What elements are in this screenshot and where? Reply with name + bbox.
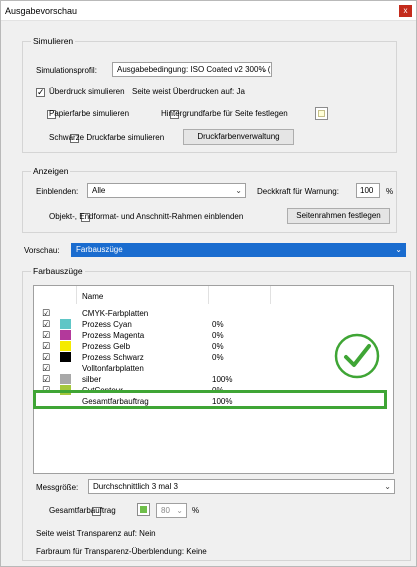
- hintergrund-color-swatch[interactable]: [315, 107, 328, 120]
- chevron-down-icon: ⌄: [235, 186, 242, 195]
- deckkraft-input[interactable]: 100: [356, 183, 380, 198]
- checkmark-circle-icon: [334, 333, 380, 379]
- row-name: Volltonfarbplatten: [82, 364, 144, 373]
- einblenden-value: Alle: [92, 186, 106, 195]
- row-checkbox[interactable]: ☑: [42, 342, 50, 351]
- vorschau-label: Vorschau:: [24, 246, 60, 255]
- color-swatch: [60, 341, 71, 351]
- vorschau-value: Farbauszüge: [76, 245, 123, 254]
- papierfarbe-label: Papierfarbe simulieren: [49, 109, 130, 118]
- color-swatch: [60, 330, 71, 340]
- row-name: CMYK-Farbplatten: [82, 309, 149, 318]
- row-checkbox[interactable]: ☑: [42, 353, 50, 362]
- output-preview-window: Ausgabevorschau x Simulieren Simulations…: [0, 0, 417, 567]
- transparenz-info: Seite weist Transparenz auf: Nein: [36, 529, 156, 538]
- row-checkbox[interactable]: ☑: [42, 331, 50, 340]
- row-name: Prozess Gelb: [82, 342, 131, 351]
- row-name: Prozess Schwarz: [82, 353, 144, 362]
- color-swatch: [60, 352, 71, 362]
- ueberdruck-checkbox[interactable]: [36, 87, 45, 98]
- farbraum-info: Farbraum für Transparenz-Überblendung: K…: [36, 547, 207, 556]
- title-bar: Ausgabevorschau x: [1, 1, 416, 21]
- row-name: silber: [82, 375, 102, 384]
- list-item[interactable]: ☑ CMYK-Farbplatten: [34, 308, 393, 319]
- window-title: Ausgabevorschau: [5, 6, 78, 16]
- messgroesse-label: Messgröße:: [36, 483, 79, 492]
- objekt-label: Objekt-, Endformat- und Anschnitt-Rahmen…: [49, 212, 244, 221]
- row-checkbox[interactable]: ☑: [42, 364, 50, 373]
- seitenrahmen-button[interactable]: Seitenrahmen festlegen: [287, 208, 390, 224]
- profile-label: Simulationsprofil:: [36, 66, 97, 75]
- gesamt-label: Gesamtfarbauftrag: [49, 506, 116, 515]
- druckfarbenverwaltung-button[interactable]: Druckfarbenverwaltung: [183, 129, 294, 145]
- row-name: Prozess Cyan: [82, 320, 132, 329]
- messgroesse-value: Durchschnittlich 3 mal 3: [93, 482, 178, 491]
- profile-select[interactable]: Ausgabebedingung: ISO Coated v2 300% (E …: [112, 62, 272, 77]
- vorschau-select[interactable]: Farbauszüge ⌄: [71, 243, 406, 257]
- row-percent: 0%: [212, 342, 224, 351]
- einblenden-select[interactable]: Alle ⌄: [87, 183, 246, 198]
- color-swatch: [60, 319, 71, 329]
- row-checkbox[interactable]: ☑: [42, 320, 50, 329]
- row-percent: 100%: [212, 375, 233, 384]
- simulieren-legend: Simulieren: [31, 36, 76, 46]
- gesamt-color-swatch[interactable]: [137, 503, 150, 516]
- separations-list: Name ☑ CMYK-Farbplatten ☑ Prozess Cyan 0% ☑ Pr…: [33, 285, 394, 474]
- chevron-down-icon: ⌄: [261, 65, 268, 74]
- row-percent: 0%: [212, 353, 224, 362]
- messgroesse-select[interactable]: Durchschnittlich 3 mal 3 ⌄: [88, 479, 395, 494]
- deckkraft-unit: %: [386, 187, 394, 196]
- ueberdruck-label: Überdruck simulieren: [49, 87, 125, 96]
- row-percent: 0%: [212, 331, 224, 340]
- ueberdruck-info: Seite weist Überdrucken auf: Ja: [132, 87, 245, 96]
- row-name: Prozess Magenta: [82, 331, 145, 340]
- gesamt-value: 80: [161, 506, 170, 515]
- farbauszuege-legend: Farbauszüge: [31, 266, 85, 276]
- einblenden-label: Einblenden:: [36, 187, 79, 196]
- row-checkbox[interactable]: ☑: [42, 375, 50, 384]
- highlight-silber-row: [33, 390, 387, 409]
- row-checkbox[interactable]: ☑: [42, 309, 50, 318]
- chevron-down-icon: ⌄: [395, 245, 402, 254]
- hintergrund-label: Hintergrundfarbe für Seite festlegen: [161, 109, 288, 118]
- row-percent: 0%: [212, 320, 224, 329]
- anzeigen-legend: Anzeigen: [31, 166, 71, 176]
- gesamt-select[interactable]: 80 ⌄: [156, 503, 187, 518]
- gesamt-unit: %: [192, 506, 200, 515]
- color-swatch: [60, 374, 71, 384]
- deckkraft-value: 100: [360, 186, 374, 195]
- profile-value: Ausgabebedingung: ISO Coated v2 300% (E: [117, 65, 272, 74]
- deckkraft-label: Deckkraft für Warnung:: [257, 187, 339, 196]
- chevron-down-icon: ⌄: [384, 482, 391, 491]
- schwarz-label: Schwarze Druckfarbe simulieren: [49, 133, 165, 142]
- list-item[interactable]: ☑ Prozess Cyan 0%: [34, 319, 393, 330]
- close-icon[interactable]: x: [399, 5, 412, 17]
- chevron-down-icon: ⌄: [176, 506, 183, 515]
- column-header-name: Name: [82, 292, 104, 301]
